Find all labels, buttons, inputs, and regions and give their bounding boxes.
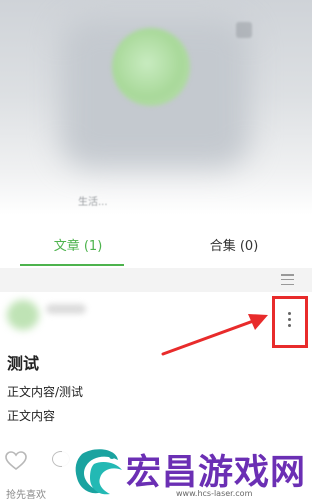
article-body-line: 正文内容 bbox=[7, 409, 56, 423]
red-annotation-arrow bbox=[161, 314, 268, 356]
tab-collections[interactable]: 合集 (0) bbox=[156, 226, 312, 268]
header-action-icon[interactable] bbox=[236, 22, 252, 38]
active-tab-underline bbox=[20, 264, 124, 266]
article-body-line: 正文内容/测试 bbox=[7, 385, 84, 399]
more-vertical-icon bbox=[288, 312, 292, 330]
menu-icon[interactable] bbox=[281, 274, 294, 286]
profile-subtitle: 生活... bbox=[78, 197, 108, 208]
profile-avatar[interactable] bbox=[112, 28, 190, 106]
heart-icon[interactable] bbox=[5, 451, 27, 471]
like-prompt: 抢先喜欢 bbox=[6, 490, 46, 501]
article-title[interactable]: 测试 bbox=[7, 350, 39, 374]
author-avatar[interactable] bbox=[7, 300, 39, 330]
author-name bbox=[46, 304, 86, 314]
profile-header: 生活... bbox=[0, 0, 312, 215]
watermark-url: www.hcs-laser.com bbox=[176, 489, 253, 498]
tab-articles[interactable]: 文章 (1) bbox=[0, 226, 156, 268]
list-toolbar bbox=[0, 268, 312, 292]
more-options-button[interactable] bbox=[272, 296, 308, 348]
watermark-logo-icon bbox=[75, 449, 122, 495]
watermark-title: 宏昌游戏网 bbox=[126, 453, 307, 493]
content-tabs: 文章 (1) 合集 (0) bbox=[0, 226, 312, 268]
watermark-overlay: 宏昌游戏网 www.hcs-laser.com bbox=[62, 438, 312, 504]
